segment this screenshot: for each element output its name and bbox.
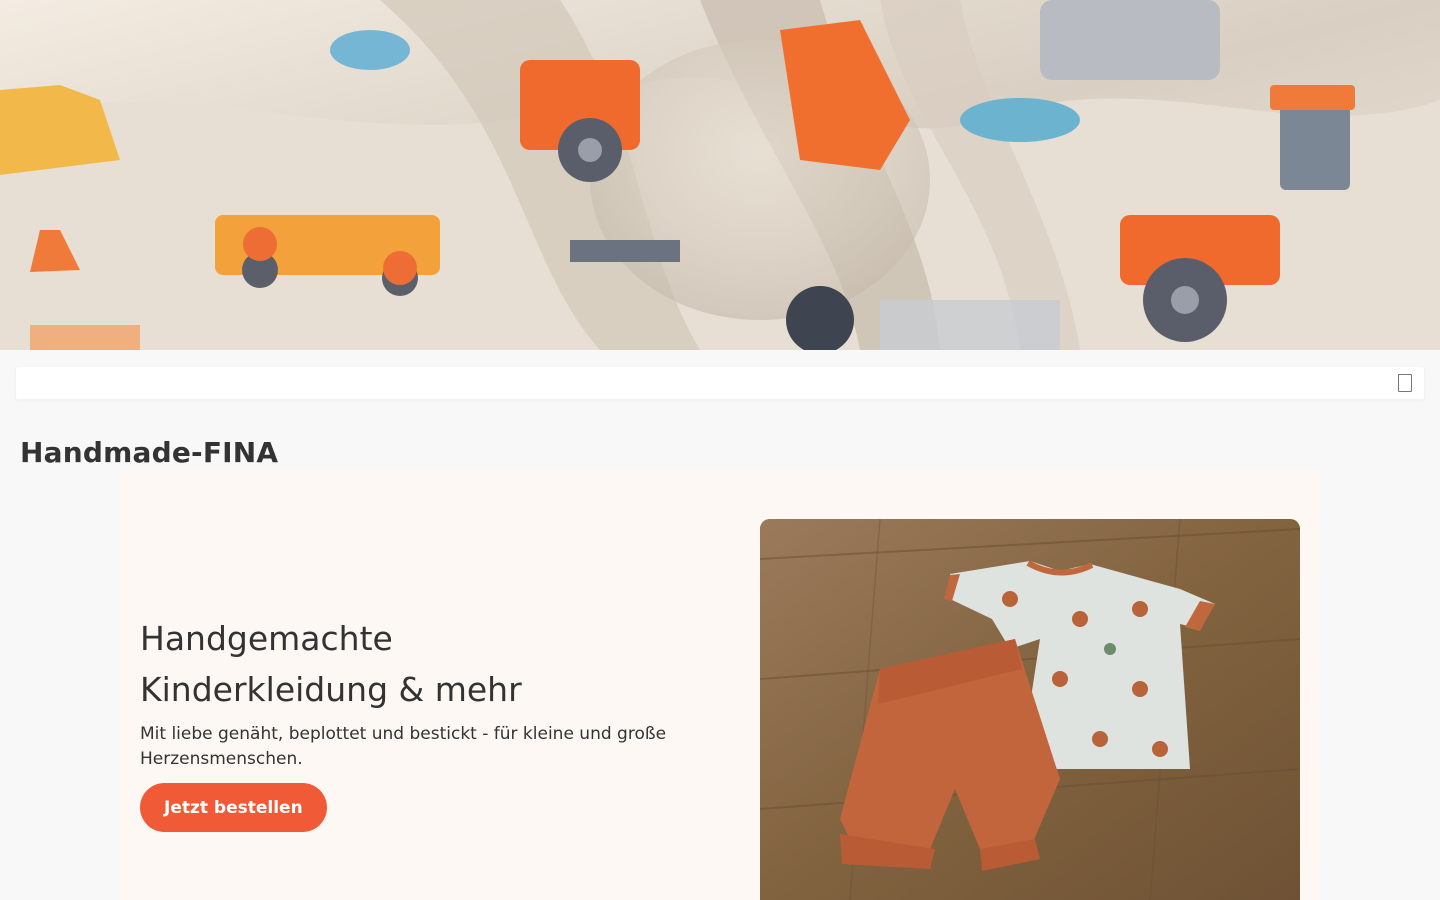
site-title: Handmade-FINA <box>20 436 279 469</box>
hero-heading-line-1: Handgemachte <box>140 619 393 658</box>
menu-icon[interactable] <box>1398 374 1412 392</box>
hero-product-image <box>760 519 1300 900</box>
hero-heading-line-2: Kinderkleidung & mehr <box>140 670 522 709</box>
main-navbar <box>16 367 1424 399</box>
order-now-button[interactable]: Jetzt bestellen <box>140 783 327 832</box>
hero-heading: Handgemachte Kinderkleidung & mehr <box>140 613 700 715</box>
hero-section: Handgemachte Kinderkleidung & mehr Mit l… <box>120 470 1320 900</box>
header-banner-image <box>0 0 1440 350</box>
hero-description: Mit liebe genäht, beplottet und bestickt… <box>140 724 667 769</box>
